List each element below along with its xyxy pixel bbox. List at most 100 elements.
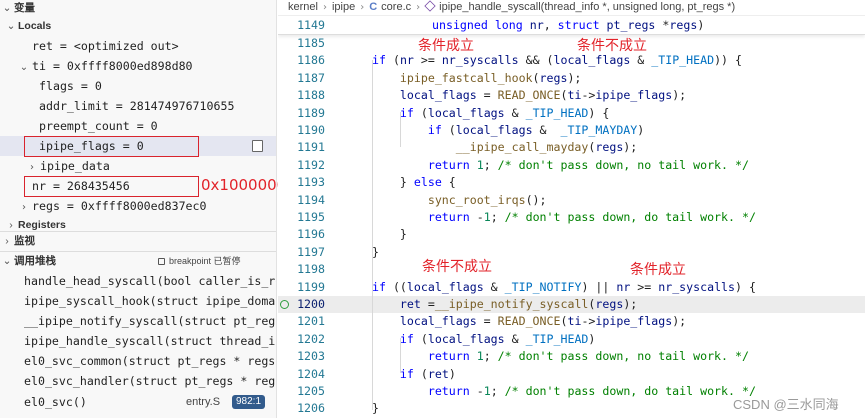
watch-section-header[interactable]: › 监视	[0, 233, 276, 250]
copy-value-icon[interactable]	[252, 140, 263, 152]
callstack-section-header[interactable]: ⌄ 调用堆栈 breakpoint 已暂停	[0, 253, 276, 270]
divider	[0, 231, 276, 232]
code-line[interactable]: 1191 __ipipe_call_mayday(regs);	[278, 139, 865, 156]
code-line[interactable]: 1204 if (ret)	[278, 366, 865, 383]
line-number: 1202	[297, 331, 325, 346]
line-number: 1193	[297, 175, 325, 190]
code-text: if (local_flags & _TIP_MAYDAY)	[427, 123, 645, 137]
breadcrumb-kernel[interactable]: kernel	[288, 1, 318, 13]
line-number: 1185	[297, 36, 325, 50]
code-line[interactable]: 1201 local_flags = READ_ONCE(ti->ipipe_f…	[278, 313, 865, 330]
code-text: }	[372, 244, 379, 259]
sticky-scroll-line[interactable]: 1149 unsigned long nr, struct pt_regs *r…	[278, 16, 865, 35]
code-text: return -1; /* don't pass down, do tail w…	[427, 210, 756, 224]
code-line[interactable]: 1187 ipipe_fastcall_hook(regs);	[278, 70, 865, 87]
stack-frame[interactable]: __ipipe_notify_syscall(struct pt_regs	[0, 311, 276, 331]
code-line[interactable]: 1196 }	[278, 226, 865, 243]
registers-header[interactable]: › Registers	[0, 218, 276, 231]
code-line[interactable]: 1189 if (local_flags & _TIP_HEAD) {	[278, 105, 865, 122]
variable-ti[interactable]: ⌄ ti = 0xffff8000ed898d80	[0, 56, 276, 76]
chevron-down-icon: ⌄	[2, 255, 12, 267]
stack-frame[interactable]: el0_svc() entry.S 982:1	[0, 392, 276, 412]
code-line[interactable]: 1195 return -1; /* don't pass down, do t…	[278, 209, 865, 226]
chevron-down-icon: ⌄	[2, 2, 12, 14]
code-text: if (local_flags & _TIP_HEAD) {	[399, 105, 610, 120]
code-line[interactable]: 1198	[278, 261, 865, 278]
variable-addr-limit[interactable]: addr_limit = 281474976710655	[0, 96, 276, 116]
breadcrumb-ipipe[interactable]: ipipe	[332, 1, 355, 13]
code-line[interactable]: 1199 if ((local_flags & _TIP_NOTIFY) || n…	[278, 279, 865, 296]
code-line[interactable]: 1186 if (nr >= nr_syscalls && (local_flag…	[278, 52, 865, 69]
code-line[interactable]: 1200 ret =__ipipe_notify_syscall(regs);	[278, 296, 865, 314]
function-symbol-icon	[424, 0, 436, 12]
line-number: 1204	[297, 366, 325, 381]
line-number: 1195	[297, 210, 325, 224]
chevron-right-icon: ›	[9, 219, 13, 231]
code-text: return -1; /* don't pass down, do tail w…	[427, 384, 756, 398]
code-text: return 1; /* don't pass down, no tail wo…	[427, 349, 749, 364]
code-text: local_flags = READ_ONCE(ti->ipipe_flags)…	[399, 88, 687, 103]
code-line[interactable]: 1193 } else {	[278, 174, 865, 191]
stack-frame[interactable]: handle_head_syscall(bool caller_is_relax…	[0, 271, 276, 291]
variables-section-header[interactable]: ⌄ 变量	[0, 0, 276, 17]
line-number: 1205	[297, 384, 325, 398]
code-line[interactable]: 1202 if (local_flags & _TIP_HEAD)	[278, 331, 865, 348]
stack-frame[interactable]: ipipe_syscall_hook(struct ipipe_domain	[0, 291, 276, 311]
code-text: ret =__ipipe_notify_syscall(regs);	[399, 297, 638, 311]
cond-false-annotation-2: 条件不成立	[422, 259, 492, 275]
code-line[interactable]: 1192 return 1; /* don't pass down, no ta…	[278, 157, 865, 174]
variable-ret[interactable]: ret = <optimized out>	[0, 36, 276, 56]
chevron-down-icon: ⌄	[19, 62, 29, 73]
indent-guide	[372, 60, 373, 410]
variable-flags[interactable]: flags = 0	[0, 76, 276, 96]
line-number: 1186	[297, 53, 325, 68]
code-body[interactable]: 1185 1186 if (nr >= nr_syscalls && (local_…	[278, 35, 865, 418]
chevron-right-icon: ›	[322, 2, 327, 13]
line-number: 1192	[297, 157, 325, 172]
code-text: }	[372, 227, 407, 242]
variable-preempt-count[interactable]: preempt_count = 0	[0, 116, 276, 136]
indent-guide	[400, 338, 401, 373]
divider	[0, 251, 276, 252]
line-number: 1201	[297, 314, 325, 329]
line-number: 1197	[297, 244, 325, 259]
stack-frame[interactable]: ipipe_handle_syscall(struct thread_info	[0, 331, 276, 351]
code-line[interactable]: 1185	[278, 35, 865, 52]
variable-ipipe-data[interactable]: › ipipe_data	[0, 156, 276, 176]
sticky-code: unsigned long nr, struct pt_regs *regs)	[432, 18, 705, 32]
code-editor: kernel › ipipe › Ccore.c › ipipe_handle_syscal…	[278, 0, 865, 418]
code-line[interactable]: 1190 if (local_flags & _TIP_MAYDAY)	[278, 122, 865, 139]
code-text: ipipe_fastcall_hook(regs);	[399, 70, 582, 85]
cond-true-annotation-2: 条件成立	[630, 262, 686, 278]
line-number: 1189	[297, 105, 325, 120]
line-number: 1203	[297, 349, 325, 364]
watermark: CSDN @三水同海	[733, 397, 839, 412]
line-number: 1190	[297, 123, 325, 137]
locals-header[interactable]: ⌄ Locals	[0, 18, 276, 35]
code-text: if ((local_flags & _TIP_NOTIFY) || nr >=…	[372, 279, 756, 294]
code-line[interactable]: 1203 return 1; /* don't pass down, no ta…	[278, 348, 865, 365]
cond-true-annotation-1: 条件成立	[418, 38, 474, 54]
chevron-right-icon: ›	[22, 202, 26, 213]
code-text: sync_root_irqs();	[427, 192, 547, 207]
code-line[interactable]: 1194 sync_root_irqs();	[278, 192, 865, 209]
stack-frame[interactable]: el0_svc_common(struct pt_regs * regs,	[0, 351, 276, 371]
line-number: 1198	[297, 262, 325, 277]
line-number: 1199	[297, 279, 325, 294]
chevron-right-icon: ›	[30, 162, 34, 173]
breadcrumb-function[interactable]: ipipe_handle_syscall(thread_info *, unsi…	[439, 1, 735, 13]
code-text: if (local_flags & _TIP_HEAD)	[399, 331, 596, 346]
indent-guide	[400, 112, 401, 147]
line-number: 1188	[297, 88, 325, 103]
line-number: 1206	[297, 401, 325, 416]
breadcrumb-file[interactable]: core.c	[381, 1, 411, 13]
code-line[interactable]: 1188 local_flags = READ_ONCE(ti->ipipe_f…	[278, 87, 865, 104]
code-text: return 1; /* don't pass down, no tail wo…	[427, 157, 749, 172]
ipipe-flags-highlight	[24, 136, 199, 157]
variable-regs[interactable]: › regs = 0xffff8000ed837ec0	[0, 196, 276, 216]
cond-false-annotation-1: 条件不成立	[577, 38, 647, 54]
chevron-right-icon: ›	[416, 2, 421, 13]
debug-sidebar: ⌄ 变量 ⌄ Locals ret = <optimized out> ⌄ ti = …	[0, 0, 277, 418]
code-line[interactable]: 1197}	[278, 244, 865, 261]
stack-frame[interactable]: el0_svc_handler(struct pt_regs * regs)	[0, 371, 276, 391]
